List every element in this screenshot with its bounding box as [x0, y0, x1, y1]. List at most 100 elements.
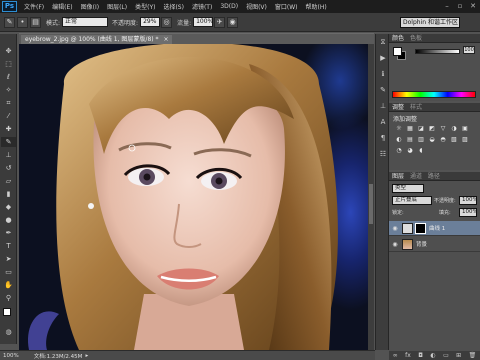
menu-view[interactable]: 视图(V) — [242, 2, 271, 11]
zoom-level[interactable]: 100% — [3, 353, 19, 359]
menu-image[interactable]: 图像(I) — [77, 2, 103, 11]
info-panel-icon[interactable]: ℹ — [377, 69, 389, 79]
tab-layers[interactable]: 图层 — [392, 173, 404, 180]
brush-tool-preset-icon[interactable]: ✎ — [4, 16, 15, 28]
shadows-highlights-adjustment-icon[interactable]: ◖ — [417, 147, 425, 155]
curves-adjustment-icon[interactable]: ◪ — [417, 125, 425, 133]
pressure-size-icon[interactable]: ◉ — [227, 16, 239, 28]
new-adjustment-icon[interactable]: ◐ — [430, 352, 435, 359]
brush-panel-toggle-icon[interactable]: ▤ — [30, 16, 41, 28]
menu-window[interactable]: 窗口(W) — [271, 2, 302, 11]
menu-type[interactable]: 类型(Y) — [131, 2, 159, 11]
eraser-tool-icon[interactable]: ▱ — [1, 176, 16, 186]
canvas-vertical-scrollbar[interactable] — [368, 44, 374, 350]
opacity-field[interactable]: 29% — [140, 17, 161, 27]
flow-field[interactable]: 100% — [193, 17, 213, 27]
eyedropper-tool-icon[interactable]: ⁄ — [1, 111, 16, 121]
menu-select[interactable]: 选择(S) — [159, 2, 188, 11]
marquee-tool-icon[interactable]: ⬚ — [1, 59, 16, 69]
color-slider[interactable] — [415, 49, 460, 54]
color-lookup-adjustment-icon[interactable]: ◒ — [428, 136, 436, 144]
brush-panel-icon[interactable]: ✎ — [377, 85, 389, 95]
visibility-eye-icon[interactable]: ◉ — [391, 225, 399, 232]
photo-filter-adjustment-icon[interactable]: ▤ — [406, 136, 414, 144]
delete-layer-icon[interactable]: 🗑 — [469, 352, 477, 359]
gradient-tool-icon[interactable]: ▮ — [1, 189, 16, 199]
move-tool-icon[interactable]: ✥ — [1, 46, 16, 56]
paragraph-panel-icon[interactable]: ¶ — [377, 133, 389, 143]
menu-filter[interactable]: 滤镜(T) — [188, 2, 216, 11]
tab-channels[interactable]: 通道 — [410, 173, 422, 180]
canvas-scroll-thumb[interactable] — [369, 184, 373, 224]
posterize-adjustment-icon[interactable]: ▧ — [450, 136, 458, 144]
selective-color-adjustment-icon[interactable]: ◕ — [406, 147, 414, 155]
channel-mixer-adjustment-icon[interactable]: ▥ — [417, 136, 425, 144]
pen-tool-icon[interactable]: ✒ — [1, 228, 16, 238]
brush-tool-icon[interactable]: ✎ — [1, 137, 16, 147]
levels-adjustment-icon[interactable]: ▦ — [406, 125, 414, 133]
hue-saturation-adjustment-icon[interactable]: ◑ — [450, 125, 458, 133]
gradient-map-adjustment-icon[interactable]: ◔ — [395, 147, 403, 155]
add-mask-icon[interactable]: ◘ — [418, 352, 423, 359]
mode-select[interactable]: 正常 — [62, 17, 109, 27]
menu-edit[interactable]: 编辑(E) — [48, 2, 76, 11]
path-select-tool-icon[interactable]: ➤ — [1, 254, 16, 264]
dodge-tool-icon[interactable]: ● — [1, 215, 16, 225]
type-tool-icon[interactable]: T — [1, 241, 16, 251]
lasso-tool-icon[interactable]: ℓ — [1, 72, 16, 82]
pressure-opacity-icon[interactable]: ◎ — [161, 16, 173, 28]
history-panel-icon[interactable]: ⧖ — [377, 37, 389, 47]
healing-brush-tool-icon[interactable]: ✚ — [1, 124, 16, 134]
clone-source-panel-icon[interactable]: ⊥ — [377, 101, 389, 111]
color-value-field[interactable]: 100 — [463, 46, 475, 54]
layer-row-curves[interactable]: ◉ 曲线 1 — [389, 221, 480, 236]
new-layer-icon[interactable]: ⊞ — [456, 352, 461, 359]
visibility-eye-icon[interactable]: ◉ — [391, 241, 399, 248]
shape-tool-icon[interactable]: ▭ — [1, 267, 16, 277]
panel-foreground-color-icon[interactable] — [393, 47, 402, 56]
maximize-button[interactable]: ▫ — [455, 2, 465, 11]
brightness-adjustment-icon[interactable]: ☼ — [395, 125, 403, 133]
blur-tool-icon[interactable]: ◆ — [1, 202, 16, 212]
layer-mask-thumbnail[interactable] — [415, 222, 426, 234]
layer-style-icon[interactable]: fx — [405, 352, 411, 359]
menu-file[interactable]: 文件(F) — [20, 2, 48, 11]
blend-mode-select[interactable]: 正片叠底 — [392, 196, 432, 205]
crop-tool-icon[interactable]: ⌗ — [1, 98, 16, 108]
quick-select-tool-icon[interactable]: ✧ — [1, 85, 16, 95]
threshold-adjustment-icon[interactable]: ▨ — [461, 136, 469, 144]
workspace-select[interactable]: Dolphin 和谐工作区 — [400, 17, 460, 28]
exposure-adjustment-icon[interactable]: ◩ — [428, 125, 436, 133]
minimize-button[interactable]: – — [442, 2, 452, 11]
black-white-adjustment-icon[interactable]: ◐ — [395, 136, 403, 144]
status-arrow-icon[interactable]: ▸ — [85, 353, 88, 359]
layer-fill-field[interactable]: 100% — [459, 208, 477, 217]
properties-panel-icon[interactable]: ☷ — [377, 149, 389, 159]
layer-filter-select[interactable]: 类型 — [392, 184, 424, 193]
quick-mask-icon[interactable]: ◍ — [1, 327, 16, 337]
layer-row-background[interactable]: ◉ 背景 — [389, 237, 480, 252]
new-group-icon[interactable]: ▭ — [443, 352, 449, 359]
close-document-icon[interactable]: × — [163, 36, 168, 43]
foreground-color-icon[interactable] — [3, 308, 11, 316]
doc-info[interactable]: 文档:1.23M/2.45M — [34, 352, 83, 360]
zoom-tool-icon[interactable]: ⚲ — [1, 293, 16, 303]
layer-opacity-field[interactable]: 100% — [459, 196, 477, 205]
menu-3d[interactable]: 3D(D) — [216, 3, 242, 10]
character-panel-icon[interactable]: A — [377, 117, 389, 127]
hand-tool-icon[interactable]: ✋ — [1, 280, 16, 290]
tab-styles[interactable]: 样式 — [410, 104, 422, 111]
color-spectrum[interactable] — [392, 91, 476, 98]
color-swatches[interactable] — [1, 306, 16, 324]
tab-color[interactable]: 颜色 — [392, 35, 404, 42]
clone-stamp-tool-icon[interactable]: ⊥ — [1, 150, 16, 160]
vibrance-adjustment-icon[interactable]: ▽ — [439, 125, 447, 133]
menu-layer[interactable]: 图层(L) — [103, 2, 131, 11]
invert-adjustment-icon[interactable]: ◓ — [439, 136, 447, 144]
brush-size-picker-icon[interactable]: • — [17, 16, 28, 28]
tab-adjustments[interactable]: 调整 — [392, 104, 404, 111]
airbrush-icon[interactable]: ✈ — [214, 16, 226, 28]
history-brush-tool-icon[interactable]: ↺ — [1, 163, 16, 173]
link-layers-icon[interactable]: ∞ — [393, 352, 398, 359]
tab-paths[interactable]: 路径 — [428, 173, 440, 180]
